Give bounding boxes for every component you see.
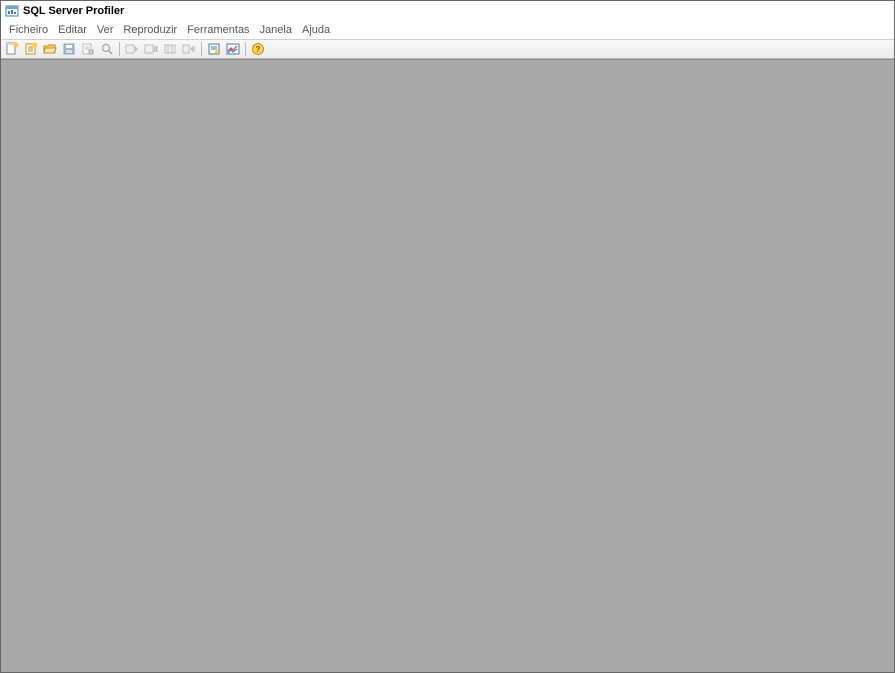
pause-icon [144,42,158,56]
toolbar-separator [119,42,120,56]
open-folder-icon [43,42,57,56]
stop-icon [163,42,177,56]
help-icon: ? [251,42,265,56]
toolbar-separator [201,42,202,56]
help-button[interactable]: ? [249,41,267,57]
step-button [180,41,198,57]
menu-reproduzir[interactable]: Reproduzir [119,23,181,37]
autoscroll-icon [207,42,221,56]
new-trace-icon [5,42,19,56]
menu-ajuda[interactable]: Ajuda [298,23,334,37]
app-title: SQL Server Profiler [23,5,124,17]
save-icon [62,42,76,56]
run-icon [125,42,139,56]
open-button[interactable] [41,41,59,57]
run-button [123,41,141,57]
new-trace-button[interactable] [3,41,21,57]
menu-janela[interactable]: Janela [256,23,296,37]
find-button [98,41,116,57]
svg-text:?: ? [256,45,261,54]
autoscroll-button[interactable] [205,41,223,57]
step-icon [182,42,196,56]
app-icon [5,4,19,18]
properties-button [79,41,97,57]
menubar: Ficheiro Editar Ver Reproduzir Ferrament… [1,21,894,39]
toolbar-separator [245,42,246,56]
chart-icon [226,42,240,56]
toolbar: ? [1,39,894,59]
menu-ficheiro[interactable]: Ficheiro [5,23,52,37]
mdi-workspace [1,59,894,672]
new-template-icon [24,42,38,56]
new-template-button[interactable] [22,41,40,57]
find-icon [100,42,114,56]
pause-button [142,41,160,57]
stop-button [161,41,179,57]
menu-editar[interactable]: Editar [54,23,91,37]
menu-ferramentas[interactable]: Ferramentas [183,23,253,37]
menu-ver[interactable]: Ver [93,23,118,37]
chart-button[interactable] [224,41,242,57]
properties-icon [81,42,95,56]
save-button [60,41,78,57]
titlebar: SQL Server Profiler [1,1,894,21]
